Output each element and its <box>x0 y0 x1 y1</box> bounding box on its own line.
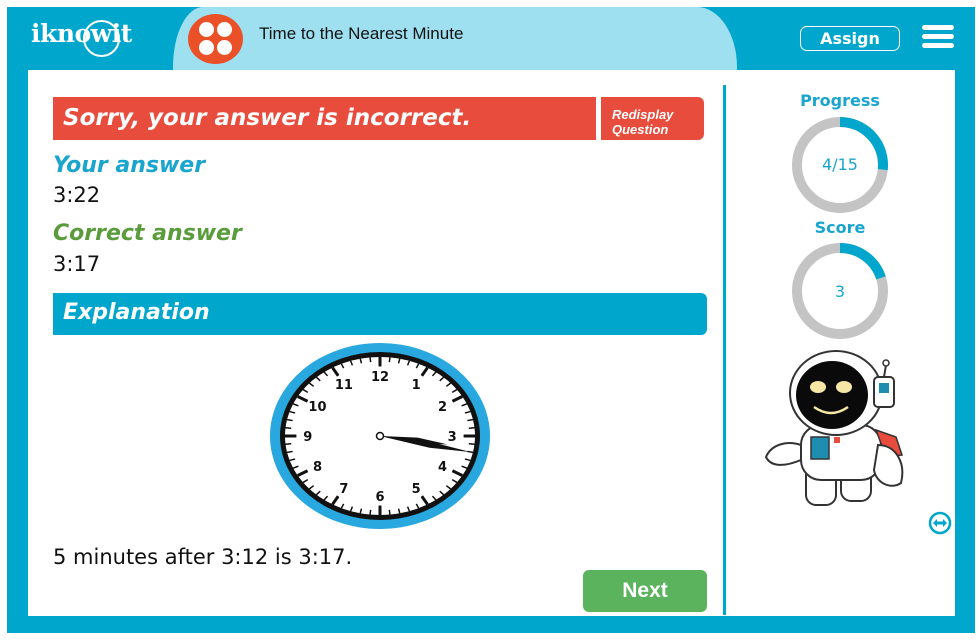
score-label: Score <box>814 218 866 237</box>
explanation-heading: Explanation <box>53 293 707 335</box>
explanation-text: 5 minutes after 3:12 is 3:17. <box>53 545 353 569</box>
your-answer-value: 3:22 <box>53 183 101 207</box>
redisplay-label-line1: Redisplay <box>612 106 674 122</box>
score-value: 3 <box>834 282 846 301</box>
clock-center-pin <box>375 431 385 441</box>
top-bar: iknowit Time to the Nearest Minute Assig… <box>7 7 975 70</box>
clock-minute-tick <box>286 450 293 454</box>
app-frame: iknowit Time to the Nearest Minute Assig… <box>7 7 975 633</box>
clock-minute-tick <box>388 509 391 515</box>
expand-arrows-icon[interactable] <box>928 511 952 535</box>
clock-minute-tick <box>369 357 372 363</box>
redisplay-question-button[interactable]: Redisplay Question <box>601 97 704 140</box>
correct-answer-value: 3:17 <box>53 252 101 276</box>
astronaut-robot-mascot <box>764 350 904 506</box>
sidebar-divider <box>723 85 726 615</box>
clock-minute-tick <box>388 357 391 363</box>
clock-number: 8 <box>313 460 322 475</box>
progress-value: 4/15 <box>822 155 858 174</box>
clock-minute-tick <box>286 418 293 422</box>
next-button[interactable]: Next <box>583 570 707 612</box>
correct-answer-label: Correct answer <box>53 221 242 246</box>
assign-button[interactable]: Assign <box>800 26 900 51</box>
hamburger-menu-icon[interactable] <box>922 24 954 50</box>
clock-number: 4 <box>438 460 447 475</box>
clock-number: 6 <box>375 490 384 505</box>
clock-minute-tick <box>467 418 474 422</box>
clock-number: 10 <box>308 400 326 415</box>
incorrect-feedback-banner: Sorry, your answer is incorrect. <box>53 97 596 140</box>
clock-number: 5 <box>412 482 421 497</box>
clock-number: 2 <box>438 400 447 415</box>
clock-number: 11 <box>335 378 353 393</box>
lightbulb-icon <box>83 20 120 57</box>
main-content: Sorry, your answer is incorrect. Redispl… <box>28 70 955 616</box>
clock-number: 12 <box>371 370 389 385</box>
your-answer-label: Your answer <box>53 153 206 178</box>
clock-minute-tick <box>369 509 372 515</box>
clock-number: 9 <box>303 430 312 445</box>
progress-label: Progress <box>800 91 880 110</box>
clock-number: 3 <box>448 430 457 445</box>
redisplay-label-line2: Question <box>612 121 669 137</box>
analog-clock: 121234567891011 <box>270 343 490 529</box>
clock-number: 1 <box>412 378 421 393</box>
lesson-title: Time to the Nearest Minute <box>259 24 464 43</box>
clock-number: 7 <box>339 482 348 497</box>
four-dots-icon <box>188 14 243 64</box>
